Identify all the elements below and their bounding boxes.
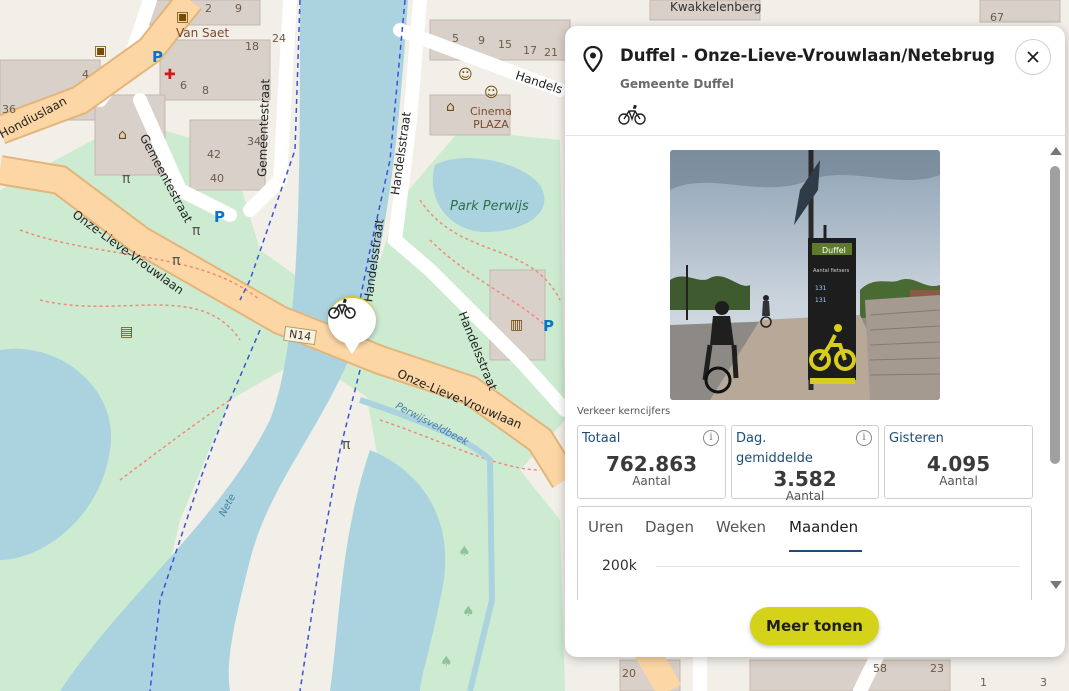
tab-maanden[interactable]: Maanden xyxy=(789,518,858,536)
kpi-value-gisteren: 4.095 xyxy=(926,452,991,476)
library-icon[interactable]: ▥ xyxy=(510,318,523,332)
map-label-park-perwijs: Park Perwijs xyxy=(450,199,529,214)
counter-photo-image: Duffel Aantal fietsers 131 131 xyxy=(670,150,940,400)
house-number: 17 xyxy=(523,44,537,57)
counter-sign-brand: Duffel xyxy=(822,246,846,255)
active-tab-indicator xyxy=(789,550,862,552)
counter-sign-value-2: 131 xyxy=(815,297,827,304)
close-icon xyxy=(1027,51,1039,63)
kpi-heading: Verkeer kerncijfers xyxy=(577,406,671,417)
map-label-kwakkelenberg: Kwakkelenberg xyxy=(670,0,762,14)
panel-subtitle: Gemeente Duffel xyxy=(620,77,734,91)
house-number: 34 xyxy=(247,135,261,148)
house-number: 40 xyxy=(210,172,224,185)
counter-photo: Duffel Aantal fietsers 131 131 xyxy=(670,150,940,400)
kpi-label-dag-gemiddelde: Dag. gemiddelde xyxy=(736,431,813,466)
house-number: 42 xyxy=(207,148,221,161)
scroll-up-arrow[interactable] xyxy=(1050,147,1062,155)
parking-icon[interactable]: P xyxy=(152,50,163,65)
house-number: 5 xyxy=(452,32,459,45)
location-pin-icon xyxy=(583,46,603,72)
kpi-card-dag-gemiddelde: Dag. gemiddelde i 3.582 Aantal xyxy=(731,425,879,503)
kpi-card-totaal: Totaal i 762.863 Aantal xyxy=(577,425,726,499)
panel-title: Duffel - Onze-Lieve-Vrouwlaan/Netebrug xyxy=(620,46,995,65)
counter-marker[interactable] xyxy=(328,296,376,354)
tree-icon: ♠ xyxy=(440,654,453,670)
town-hall-icon[interactable]: ⌂ xyxy=(118,128,127,142)
house-number: 1 xyxy=(980,676,987,689)
bin-icon: ▤ xyxy=(120,324,134,340)
map-label-van-saet: Van Saet xyxy=(176,26,230,40)
house-number: 24 xyxy=(272,32,286,45)
kpi-unit-totaal: Aantal xyxy=(632,474,671,488)
map-label-cinema: Cinema PLAZA xyxy=(470,105,512,131)
panel-header: Duffel - Onze-Lieve-Vrouwlaan/Netebrug G… xyxy=(565,26,1065,136)
house-number: 21 xyxy=(544,46,558,59)
tree-icon: ♠ xyxy=(462,604,475,620)
house-number: 9 xyxy=(478,34,485,47)
house-number: 4 xyxy=(82,68,89,81)
info-icon[interactable]: i xyxy=(703,430,719,446)
picnic-table-icon: π xyxy=(192,223,201,239)
house-number: 6 xyxy=(180,79,187,92)
house-number: 2 xyxy=(205,2,212,15)
tab-weken[interactable]: Weken xyxy=(716,518,766,536)
kpi-value-dag-gemiddelde: 3.582 xyxy=(773,467,837,491)
house-number: 67 xyxy=(990,11,1004,24)
house-number: 3 xyxy=(1040,676,1047,689)
house-number: 15 xyxy=(498,38,512,51)
scrollbar-thumb[interactable] xyxy=(1050,166,1060,464)
house-number: 36 xyxy=(2,103,16,116)
picnic-table-icon: π xyxy=(172,253,181,269)
parking-icon[interactable]: P xyxy=(543,319,554,334)
chart-y-tick-label: 200k xyxy=(602,558,637,574)
tree-icon: ♠ xyxy=(458,544,471,560)
tab-uren[interactable]: Uren xyxy=(588,518,624,536)
panel-scroll-content[interactable]: Duffel Aantal fietsers 131 131 Verkeer k… xyxy=(565,137,1065,600)
house-number: 9 xyxy=(235,2,242,15)
close-button[interactable] xyxy=(1015,39,1051,75)
more-button[interactable]: Meer tonen xyxy=(750,607,879,645)
counter-sign-caption: Aantal fietsers xyxy=(813,268,850,274)
map-label-cinema-text: Cinema xyxy=(470,105,512,118)
theatre-icon[interactable]: ☺ xyxy=(484,86,499,100)
parking-icon[interactable]: P xyxy=(214,210,225,225)
theatre-icon[interactable]: ☺ xyxy=(458,68,473,82)
museum-icon[interactable]: ⌂ xyxy=(446,100,455,114)
info-icon[interactable]: i xyxy=(856,430,872,446)
scroll-down-arrow[interactable] xyxy=(1050,581,1062,589)
kpi-value-totaal: 762.863 xyxy=(605,452,698,476)
map-label-plaza-text: PLAZA xyxy=(473,118,509,131)
kpi-unit-gisteren: Aantal xyxy=(939,474,978,488)
tab-dagen[interactable]: Dagen xyxy=(645,518,694,536)
kpi-label-totaal: Totaal xyxy=(582,431,621,446)
cinema-icon[interactable]: ▣ xyxy=(94,44,107,58)
house-number: 18 xyxy=(245,40,259,53)
house-number: 23 xyxy=(930,662,944,675)
pharmacy-icon[interactable]: ✚ xyxy=(164,68,176,82)
house-number: 20 xyxy=(622,667,636,680)
kpi-label-gisteren: Gisteren xyxy=(889,431,944,446)
picnic-table-icon: π xyxy=(342,437,351,453)
kpi-unit-dag-gemiddelde: Aantal xyxy=(785,489,825,503)
bicycle-icon xyxy=(618,104,646,125)
counter-info-panel: Duffel - Onze-Lieve-Vrouwlaan/Netebrug G… xyxy=(565,26,1065,657)
chart-gridline xyxy=(656,566,1020,567)
picnic-table-icon: π xyxy=(122,171,131,187)
counter-sign-value-1: 131 xyxy=(815,285,827,292)
traffic-chart: Uren Dagen Weken Maanden 200k xyxy=(577,506,1032,600)
bicycle-icon xyxy=(328,298,356,319)
house-number: 58 xyxy=(873,662,887,675)
cinema-icon[interactable]: ▣ xyxy=(176,10,189,24)
house-number: 8 xyxy=(202,84,209,97)
kpi-card-gisteren: Gisteren 4.095 Aantal xyxy=(884,425,1033,499)
